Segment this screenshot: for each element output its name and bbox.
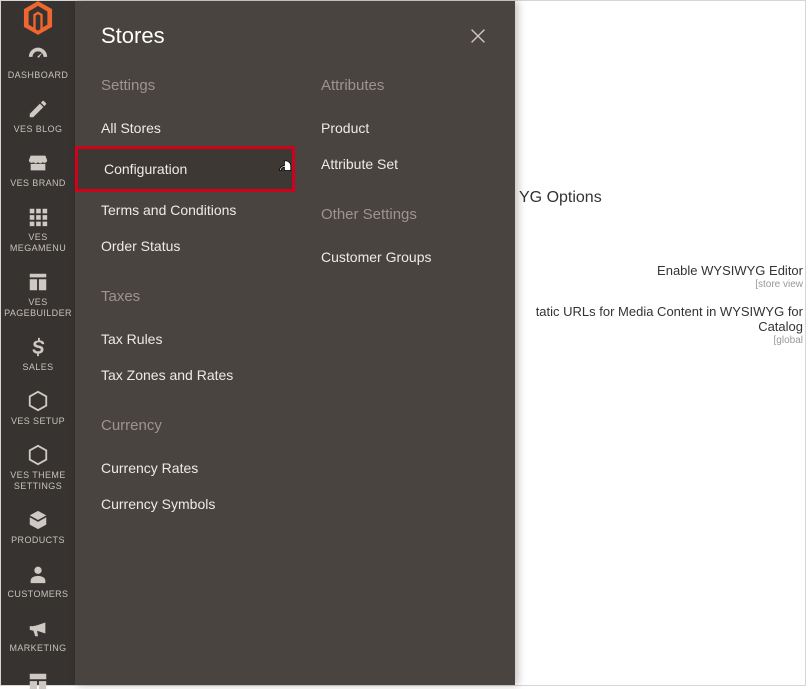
sidebar-item-content[interactable]: CONTENT [1, 662, 75, 689]
close-button[interactable] [467, 25, 489, 47]
admin-icon-sidebar: DASHBOARD VES BLOG VES BRAND VES MEGAMEN… [1, 1, 75, 685]
layout-icon [27, 271, 49, 293]
flyout-column-1: Settings All Stores Configuration Terms … [75, 71, 295, 522]
sidebar-item-marketing[interactable]: MARKETING [1, 608, 75, 662]
sidebar-item-products[interactable]: PRODUCTS [1, 500, 75, 554]
stores-flyout-panel: Stores Settings All Stores Configuration… [75, 1, 515, 685]
dollar-icon [27, 336, 49, 358]
group-title-settings: Settings [101, 77, 269, 94]
link-attribute-set[interactable]: Attribute Set [321, 146, 489, 182]
sidebar-item-dashboard[interactable]: DASHBOARD [1, 35, 75, 89]
link-product[interactable]: Product [321, 110, 489, 146]
sidebar-item-ves-pagebuilder[interactable]: VES PAGEBUILDER [1, 262, 75, 327]
pencil-icon [27, 98, 49, 120]
link-all-stores[interactable]: All Stores [101, 110, 269, 146]
link-terms-and-conditions[interactable]: Terms and Conditions [101, 192, 269, 228]
close-icon [467, 25, 489, 47]
blocks-icon [27, 671, 49, 689]
group-title-currency: Currency [101, 417, 269, 434]
sidebar-item-sales[interactable]: SALES [1, 327, 75, 381]
hexagon-icon [27, 444, 49, 466]
link-customer-groups[interactable]: Customer Groups [321, 239, 489, 275]
cursor-icon [278, 159, 294, 177]
field-label: Enable WYSIWYG Editor [515, 263, 803, 278]
sidebar-item-label: VES THEME SETTINGS [1, 470, 75, 492]
sidebar-item-ves-brand[interactable]: VES BRAND [1, 143, 75, 197]
flyout-title: Stores [101, 23, 165, 49]
field-scope: [store view [515, 279, 803, 290]
sidebar-item-label: VES BLOG [10, 124, 67, 135]
sidebar-item-label: VES MEGAMENU [1, 232, 75, 254]
field-label: tatic URLs for Media Content in WYSIWYG … [515, 304, 803, 334]
sidebar-item-ves-blog[interactable]: VES BLOG [1, 89, 75, 143]
sidebar-item-label: VES PAGEBUILDER [0, 297, 76, 319]
grid-icon [27, 206, 49, 228]
sidebar-item-label: VES BRAND [6, 178, 70, 189]
link-label: Configuration [104, 161, 187, 177]
sidebar-item-label: MARKETING [5, 643, 70, 654]
link-tax-rules[interactable]: Tax Rules [101, 321, 269, 357]
config-field-row: tatic URLs for Media Content in WYSIWYG … [515, 304, 805, 346]
sidebar-item-label: CUSTOMERS [4, 589, 73, 600]
group-title-attributes: Attributes [321, 77, 489, 94]
main-content: YG Options Enable WYSIWYG Editor [store … [515, 1, 805, 685]
group-title-taxes: Taxes [101, 288, 269, 305]
storefront-icon [27, 152, 49, 174]
hexagon-icon [27, 390, 49, 412]
sidebar-item-customers[interactable]: CUSTOMERS [1, 554, 75, 608]
sidebar-item-label: SALES [18, 362, 57, 373]
sidebar-item-label: PRODUCTS [7, 535, 69, 546]
link-currency-rates[interactable]: Currency Rates [101, 450, 269, 486]
group-title-other-settings: Other Settings [321, 206, 489, 223]
sidebar-item-ves-megamenu[interactable]: VES MEGAMENU [1, 197, 75, 262]
flyout-column-2: Attributes Product Attribute Set Other S… [295, 71, 515, 522]
section-title: YG Options [515, 189, 805, 207]
config-field-row: Enable WYSIWYG Editor [store view [515, 263, 805, 290]
sidebar-item-label: VES SETUP [7, 416, 69, 427]
field-scope: [global [515, 335, 803, 346]
link-currency-symbols[interactable]: Currency Symbols [101, 486, 269, 522]
cube-icon [27, 509, 49, 531]
sidebar-item-label: DASHBOARD [4, 70, 73, 81]
link-tax-zones-and-rates[interactable]: Tax Zones and Rates [101, 357, 269, 393]
sidebar-item-ves-setup[interactable]: VES SETUP [1, 381, 75, 435]
person-icon [27, 563, 49, 585]
sidebar-item-ves-theme-settings[interactable]: VES THEME SETTINGS [1, 435, 75, 500]
magento-logo[interactable] [1, 1, 75, 35]
megaphone-icon [27, 617, 49, 639]
gauge-icon [27, 44, 49, 66]
link-configuration[interactable]: Configuration [75, 146, 295, 192]
link-order-status[interactable]: Order Status [101, 228, 269, 264]
